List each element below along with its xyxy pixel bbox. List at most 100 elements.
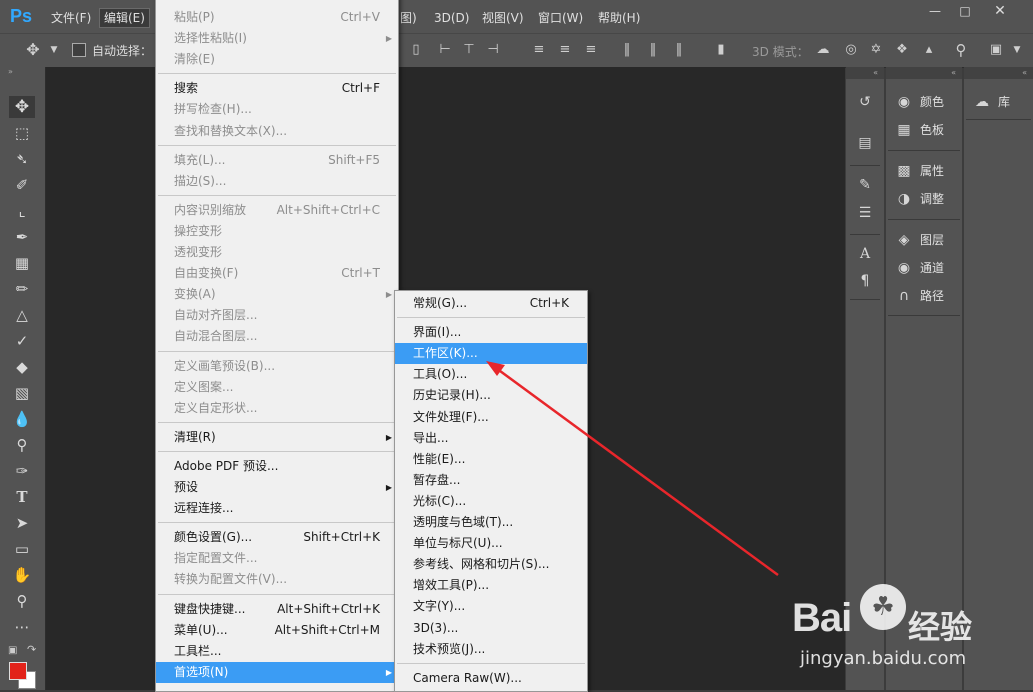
collapse-toolbar-icon[interactable]: » <box>8 67 13 76</box>
align-left-icon[interactable]: ⊢ <box>437 42 453 58</box>
panel-layers[interactable]: ◈ 图层 <box>894 229 944 251</box>
menu-item-label: 导出... <box>413 430 449 445</box>
move-tool-preset-icon[interactable]: ✥ <box>25 42 41 58</box>
menu-window[interactable]: 窗口(W) <box>534 9 587 27</box>
paragraph-panel-icon[interactable]: ¶ <box>855 271 875 291</box>
menu-item[interactable]: 工作区(K)... <box>395 343 587 365</box>
menu-view[interactable]: 视图(V) <box>478 9 528 27</box>
3d-slide-icon[interactable]: ❖ <box>894 42 910 58</box>
panel-properties[interactable]: ▩ 属性 <box>894 160 944 182</box>
menu-item[interactable]: 远程连接... <box>156 498 398 519</box>
menu-item[interactable]: 3D(3)... <box>395 618 587 639</box>
healing-brush-tool-icon[interactable]: ▦ <box>9 252 35 274</box>
workspace-chevron-down-icon[interactable]: ▼ <box>1009 42 1025 58</box>
minimize-icon[interactable]: — <box>925 2 945 20</box>
menu-item[interactable]: 技术预览(J)... <box>395 639 587 660</box>
rectangle-tool-icon[interactable]: ▭ <box>9 538 35 560</box>
3d-pan-icon[interactable]: ✡ <box>868 42 884 58</box>
menu-edit[interactable]: 编辑(E) <box>99 8 150 28</box>
distribute-center-icon[interactable]: ≡ <box>557 42 573 58</box>
gradient-tool-icon[interactable]: ▧ <box>9 382 35 404</box>
eraser-tool-icon[interactable]: ◆ <box>9 356 35 378</box>
menu-item[interactable]: 参考线、网格和切片(S)... <box>395 554 587 575</box>
zoom-tool-icon[interactable]: ⚲ <box>9 590 35 612</box>
menu-item[interactable]: 导出... <box>395 428 587 449</box>
crop-tool-icon[interactable]: ⌞ <box>9 200 35 222</box>
menu-item[interactable]: Camera Raw(W)... <box>395 668 587 689</box>
menu-item[interactable]: 界面(I)... <box>395 322 587 343</box>
menu-item[interactable]: 工具栏... <box>156 641 398 662</box>
close-icon[interactable]: ✕ <box>990 2 1010 20</box>
menu-item[interactable]: 历史记录(H)... <box>395 385 587 406</box>
default-colors-icon[interactable]: ▣ <box>8 645 17 656</box>
panel-libraries[interactable]: ☁ 库 <box>972 91 1010 113</box>
menu-item[interactable]: 键盘快捷键... Alt+Shift+Ctrl+K <box>156 599 398 620</box>
history-panel-icon[interactable]: ↺ <box>855 92 875 112</box>
character-panel-icon[interactable]: A <box>855 244 875 264</box>
brush-tool-icon[interactable]: ✏ <box>9 278 35 300</box>
distribute-left-icon[interactable]: ‖ <box>619 42 635 58</box>
search-icon[interactable]: ⚲ <box>953 42 969 58</box>
workspace-icon[interactable]: ▣ <box>988 42 1004 58</box>
menu-item[interactable]: 光标(C)... <box>395 491 587 512</box>
type-tool-icon[interactable]: T <box>9 486 35 508</box>
path-select-tool-icon[interactable]: ➤ <box>9 512 35 534</box>
menu-item[interactable]: 颜色设置(G)... Shift+Ctrl+K <box>156 527 398 548</box>
menu-item[interactable]: 搜索 Ctrl+F <box>156 78 398 99</box>
lasso-tool-icon[interactable]: ➴ <box>9 148 35 170</box>
menu-item[interactable]: 性能(E)... <box>395 449 587 470</box>
move-tool-icon[interactable]: ✥ <box>9 96 35 118</box>
menu-item[interactable]: 暂存盘... <box>395 470 587 491</box>
foreground-color-swatch[interactable] <box>9 662 27 680</box>
brushes-panel-icon[interactable]: ✎ <box>855 175 875 195</box>
panel-color[interactable]: ◉ 颜色 <box>894 91 944 113</box>
menu-item[interactable]: 文件处理(F)... <box>395 407 587 428</box>
distribute-bottom-icon[interactable]: ≡ <box>583 42 599 58</box>
auto-select-checkbox[interactable] <box>72 43 86 57</box>
distribute-top-icon[interactable]: ≡ <box>531 42 547 58</box>
menu-item[interactable]: 清理(R) ▶ <box>156 427 398 448</box>
align-right-icon[interactable]: ⊣ <box>485 42 501 58</box>
distribute-right-icon[interactable]: ‖ <box>671 42 687 58</box>
tool-presets-panel-icon[interactable]: ☰ <box>855 203 875 223</box>
history-brush-tool-icon[interactable]: ✓ <box>9 330 35 352</box>
pen-tool-icon[interactable]: ✑ <box>9 460 35 482</box>
menu-item[interactable]: 单位与标尺(U)... <box>395 533 587 554</box>
eyedropper-tool-icon[interactable]: ✒ <box>9 226 35 248</box>
marquee-tool-icon[interactable]: ⬚ <box>9 122 35 144</box>
panel-channels[interactable]: ◉ 通道 <box>894 257 944 279</box>
auto-align-icon[interactable]: ▮ <box>713 42 729 58</box>
blur-tool-icon[interactable]: 💧 <box>9 408 35 430</box>
menu-item[interactable]: 首选项(N) ▶ <box>156 661 398 683</box>
panel-swatches[interactable]: ▦ 色板 <box>894 119 944 141</box>
menu-item[interactable]: 增效工具(P)... <box>395 575 587 596</box>
swap-colors-icon[interactable]: ↷ <box>27 643 36 656</box>
menu-select-partial[interactable]: 图) <box>396 9 421 27</box>
menu-item[interactable]: 菜单(U)... Alt+Shift+Ctrl+M <box>156 620 398 641</box>
menu-item[interactable]: 文字(Y)... <box>395 596 587 617</box>
menu-item[interactable]: 透明度与色域(T)... <box>395 512 587 533</box>
align-top-icon[interactable]: ▯ <box>408 42 424 58</box>
clone-stamp-tool-icon[interactable]: △ <box>9 304 35 326</box>
menu-item[interactable]: 工具(O)... <box>395 364 587 385</box>
restore-icon[interactable]: □ <box>955 2 975 20</box>
3d-orbit-icon[interactable]: ☁ <box>815 42 831 58</box>
dodge-tool-icon[interactable]: ⚲ <box>9 434 35 456</box>
panel-adjustments[interactable]: ◑ 调整 <box>894 188 944 210</box>
menu-item[interactable]: 常规(G)... Ctrl+K <box>395 293 587 314</box>
menu-item[interactable]: 预设 ▶ <box>156 477 398 498</box>
distribute-hcenter-icon[interactable]: ‖ <box>645 42 661 58</box>
brush-settings-panel-icon[interactable]: ▤ <box>855 133 875 153</box>
chevron-down-icon[interactable]: ▼ <box>46 42 62 58</box>
hand-tool-icon[interactable]: ✋ <box>9 564 35 586</box>
3d-roll-icon[interactable]: ◎ <box>843 42 859 58</box>
menu-3d[interactable]: 3D(D) <box>430 9 473 27</box>
more-tools-icon[interactable]: ⋯ <box>9 616 35 638</box>
panel-paths[interactable]: ∩ 路径 <box>894 285 944 307</box>
align-center-h-icon[interactable]: ⊤ <box>461 42 477 58</box>
3d-scale-icon[interactable]: ▴ <box>921 42 937 58</box>
quick-select-tool-icon[interactable]: ✐ <box>9 174 35 196</box>
menu-file[interactable]: 文件(F) <box>47 9 95 27</box>
menu-help[interactable]: 帮助(H) <box>594 9 644 27</box>
menu-item[interactable]: Adobe PDF 预设... <box>156 456 398 477</box>
